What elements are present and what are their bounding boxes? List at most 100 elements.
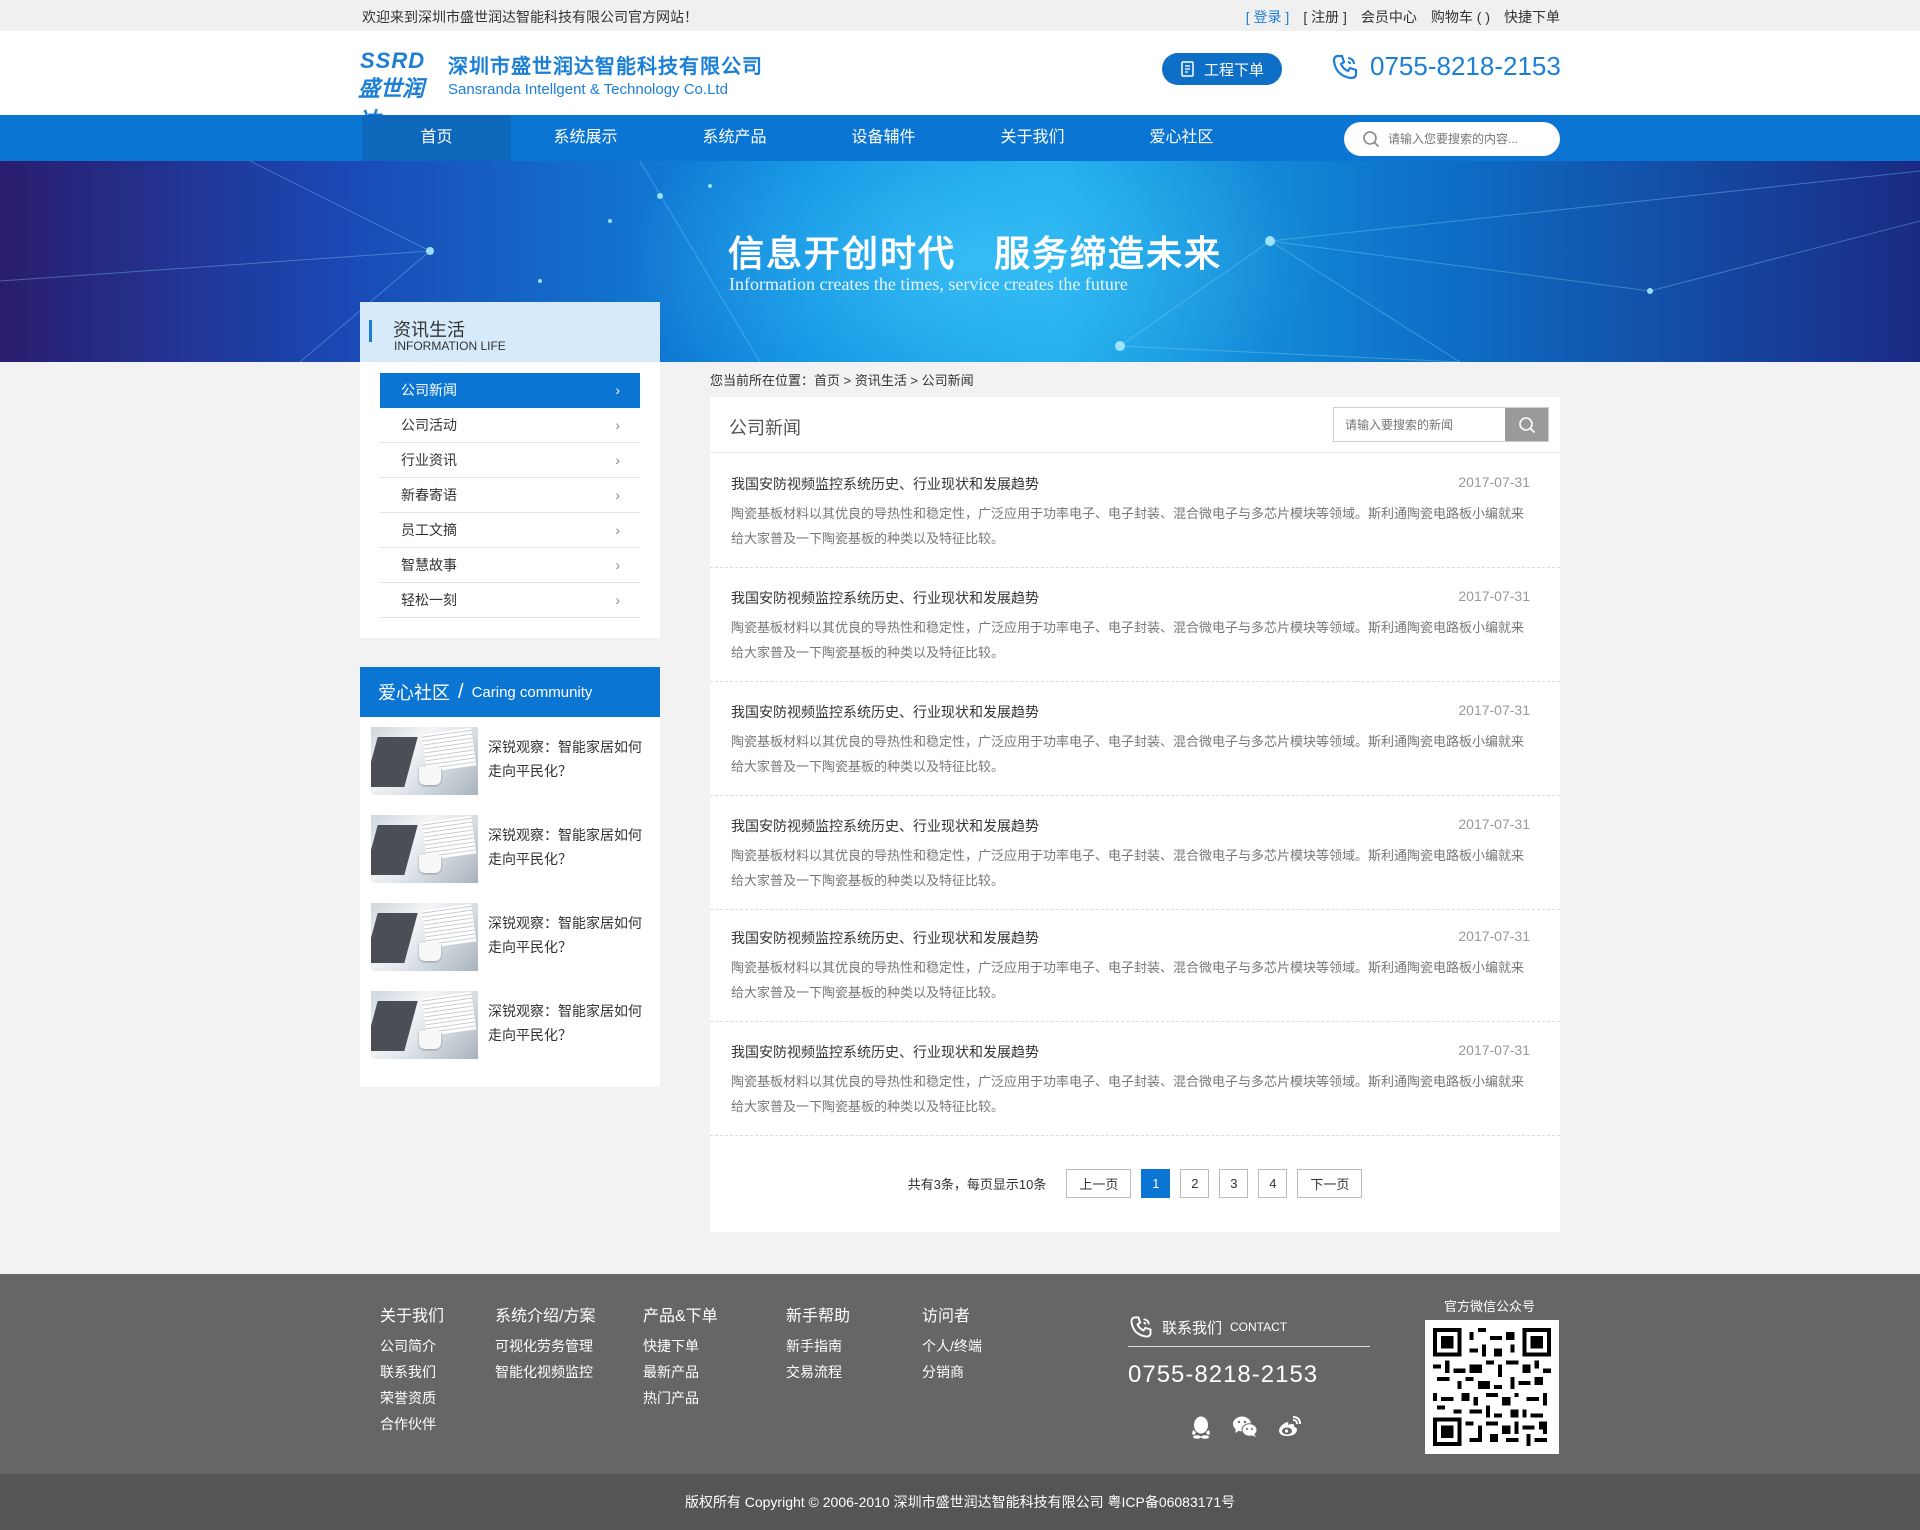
chevron-right-icon: ›: [615, 417, 620, 433]
news-title[interactable]: 我国安防视频监控系统历史、行业现状和发展趋势: [731, 928, 1039, 948]
community-heading: 爱心社区 / Caring community: [360, 667, 660, 717]
footer-link[interactable]: 热门产品: [643, 1388, 718, 1408]
qq-icon[interactable]: [1188, 1414, 1214, 1440]
news-search-button[interactable]: [1505, 408, 1548, 441]
sidebar-menu: 公司新闻 › 公司活动 › 行业资讯 › 新春寄语 › 员工文摘 › 智慧故事 › 轻松一刻…: [380, 373, 640, 618]
news-title[interactable]: 我国安防视频监控系统历史、行业现状和发展趋势: [731, 1042, 1039, 1062]
footer-link[interactable]: 新手指南: [786, 1336, 850, 1356]
page-button-1[interactable]: 1: [1141, 1168, 1171, 1198]
search-icon[interactable]: [1362, 130, 1380, 148]
community-item-title: 深锐观察：智能家居如何走向平民化？: [488, 827, 642, 867]
project-order-button[interactable]: 工程下单: [1162, 53, 1282, 85]
community-item[interactable]: 深锐观察：智能家居如何走向平民化？: [371, 815, 651, 885]
pagination: 共有3条，每页显示10条 上一页 1 2 3 4 下一页: [710, 1168, 1560, 1198]
community-item-title: 深锐观察：智能家居如何走向平民化？: [488, 1003, 642, 1043]
news-summary: 陶瓷基板材料以其优良的导热性和稳定性，广泛应用于功率电子、电子封装、混合微电子与…: [731, 734, 1525, 774]
next-page-button[interactable]: 下一页: [1297, 1168, 1363, 1198]
sidebar-item-company-news[interactable]: 公司新闻 ›: [380, 373, 640, 408]
footer-link[interactable]: 个人/终端: [922, 1336, 982, 1356]
footer-link[interactable]: 快捷下单: [643, 1336, 718, 1356]
hero-banner: 信息开创时代 服务缔造未来 Information creates the ti…: [0, 161, 1920, 362]
chevron-right-icon: ›: [615, 557, 620, 573]
footer-link[interactable]: 可视化劳务管理: [495, 1336, 595, 1356]
member-center-link[interactable]: 会员中心: [1361, 7, 1417, 27]
pagination-info: 共有3条，每页显示10条: [907, 1176, 1047, 1192]
prev-page-button[interactable]: 上一页: [1066, 1168, 1132, 1198]
community-item[interactable]: 深锐观察：智能家居如何走向平民化？: [371, 727, 651, 797]
news-title[interactable]: 我国安防视频监控系统历史、行业现状和发展趋势: [731, 816, 1039, 836]
sidebar-item-relax-moment[interactable]: 轻松一刻 ›: [380, 583, 640, 618]
nav-item-system-products[interactable]: 系统产品: [660, 115, 809, 161]
footer-link[interactable]: 智能化视频监控: [495, 1362, 595, 1382]
footer-link[interactable]: 合作伙伴: [380, 1414, 444, 1434]
page-button-4[interactable]: 4: [1258, 1168, 1288, 1198]
logo[interactable]: SSRD 盛世润达 深圳市盛世润达智能科技有限公司 Sansranda Inte…: [358, 48, 763, 133]
news-title[interactable]: 我国安防视频监控系统历史、行业现状和发展趋势: [731, 474, 1039, 494]
nav-item-accessories[interactable]: 设备辅件: [809, 115, 958, 161]
news-item[interactable]: 我国安防视频监控系统历史、行业现状和发展趋势 2017-07-31 陶瓷基板材料…: [710, 568, 1560, 682]
news-search-input[interactable]: [1334, 408, 1505, 441]
chevron-right-icon: ›: [615, 382, 620, 398]
page-button-3[interactable]: 3: [1219, 1168, 1249, 1198]
chevron-right-icon: ›: [615, 592, 620, 608]
sidebar-item-company-activities[interactable]: 公司活动 ›: [380, 408, 640, 443]
search-icon: [1518, 416, 1535, 433]
news-title[interactable]: 我国安防视频监控系统历史、行业现状和发展趋势: [731, 588, 1039, 608]
page-button-2[interactable]: 2: [1180, 1168, 1210, 1198]
register-link[interactable]: [ 注册 ]: [1303, 7, 1347, 27]
hotline: 0755-8218-2153: [1330, 51, 1561, 82]
chevron-right-icon: ›: [615, 487, 620, 503]
sidebar-item-new-year-messages[interactable]: 新春寄语 ›: [380, 478, 640, 513]
news-item[interactable]: 我国安防视频监控系统历史、行业现状和发展趋势 2017-07-31 陶瓷基板材料…: [710, 796, 1560, 910]
contact-subtitle: CONTACT: [1230, 1320, 1288, 1334]
wechat-icon[interactable]: [1232, 1414, 1258, 1440]
footer-link[interactable]: 最新产品: [643, 1362, 718, 1382]
community-thumbnail: [371, 727, 478, 795]
news-summary: 陶瓷基板材料以其优良的导热性和稳定性，广泛应用于功率电子、电子封装、混合微电子与…: [731, 506, 1525, 546]
community-item[interactable]: 深锐观察：智能家居如何走向平民化？: [371, 991, 651, 1061]
community-item-title: 深锐观察：智能家居如何走向平民化？: [488, 739, 642, 779]
footer-column-heading: 新手帮助: [786, 1308, 851, 1325]
sidebar-item-wisdom-stories[interactable]: 智慧故事 ›: [380, 548, 640, 583]
footer-link[interactable]: 分销商: [922, 1362, 982, 1382]
quick-order-link[interactable]: 快捷下单: [1504, 7, 1560, 27]
news-item[interactable]: 我国安防视频监控系统历史、行业现状和发展趋势 2017-07-31 陶瓷基板材料…: [710, 908, 1560, 1022]
project-order-label: 工程下单: [1203, 61, 1264, 79]
banner-slogan-en: Information creates the times, service c…: [729, 274, 1128, 294]
footer-link[interactable]: 联系我们: [380, 1362, 444, 1382]
nav-items: 首页 系统展示 系统产品 设备辅件 关于我们 爱心社区: [362, 115, 1256, 161]
site-search-input[interactable]: [1388, 132, 1548, 146]
news-item[interactable]: 我国安防视频监控系统历史、行业现状和发展趋势 2017-07-31 陶瓷基板材料…: [710, 454, 1560, 568]
news-title[interactable]: 我国安防视频监控系统历史、行业现状和发展趋势: [731, 702, 1039, 722]
news-date: 2017-07-31: [1458, 588, 1530, 604]
footer-column-products: 产品&下单 快捷下单 最新产品 热门产品: [643, 1302, 718, 1414]
news-item[interactable]: 我国安防视频监控系统历史、行业现状和发展趋势 2017-07-31 陶瓷基板材料…: [710, 682, 1560, 796]
footer-link[interactable]: 交易流程: [786, 1362, 850, 1382]
cart-link[interactable]: 购物车 ( ): [1431, 7, 1490, 27]
footer-link[interactable]: 公司简介: [380, 1336, 444, 1356]
sidebar-item-industry-news[interactable]: 行业资讯 ›: [380, 443, 640, 478]
login-link[interactable]: [ 登录 ]: [1246, 7, 1290, 27]
nav-item-system-display[interactable]: 系统展示: [511, 115, 660, 161]
sidebar-item-staff-digest[interactable]: 员工文摘 ›: [380, 513, 640, 548]
nav-item-home[interactable]: 首页: [362, 115, 511, 161]
sidebar-item-label: 员工文摘: [401, 522, 457, 538]
nav-item-community[interactable]: 爱心社区: [1107, 115, 1256, 161]
community-item[interactable]: 深锐观察：智能家居如何走向平民化？: [371, 903, 651, 973]
company-name-en: Sansranda Intellgent & Technology Co.Ltd: [448, 81, 728, 98]
weibo-icon[interactable]: [1276, 1414, 1302, 1440]
top-bar: 欢迎来到深圳市盛世润达智能科技有限公司官方网站！ [ 登录 ] [ 注册 ] 会…: [0, 0, 1920, 31]
contact-heading: 联系我们 CONTACT: [1128, 1314, 1370, 1347]
sidebar-item-label: 公司活动: [401, 417, 457, 433]
header: SSRD 盛世润达 深圳市盛世润达智能科技有限公司 Sansranda Inte…: [0, 31, 1920, 133]
news-item[interactable]: 我国安防视频监控系统历史、行业现状和发展趋势 2017-07-31 陶瓷基板材料…: [710, 1022, 1560, 1136]
qr-code-title: 官方微信公众号: [1444, 1299, 1536, 1314]
sidebar-title-en: INFORMATION LIFE: [394, 339, 506, 353]
nav-item-about-us[interactable]: 关于我们: [958, 115, 1107, 161]
community-item-title: 深锐观察：智能家居如何走向平民化？: [488, 915, 642, 955]
contact-title: 联系我们: [1162, 1319, 1223, 1337]
footer-link[interactable]: 荣誉资质: [380, 1388, 444, 1408]
footer-column-heading: 系统介绍/方案: [495, 1308, 596, 1325]
footer-column-help: 新手帮助 新手指南 交易流程: [786, 1302, 850, 1388]
qr-code-icon: [1433, 1328, 1551, 1446]
